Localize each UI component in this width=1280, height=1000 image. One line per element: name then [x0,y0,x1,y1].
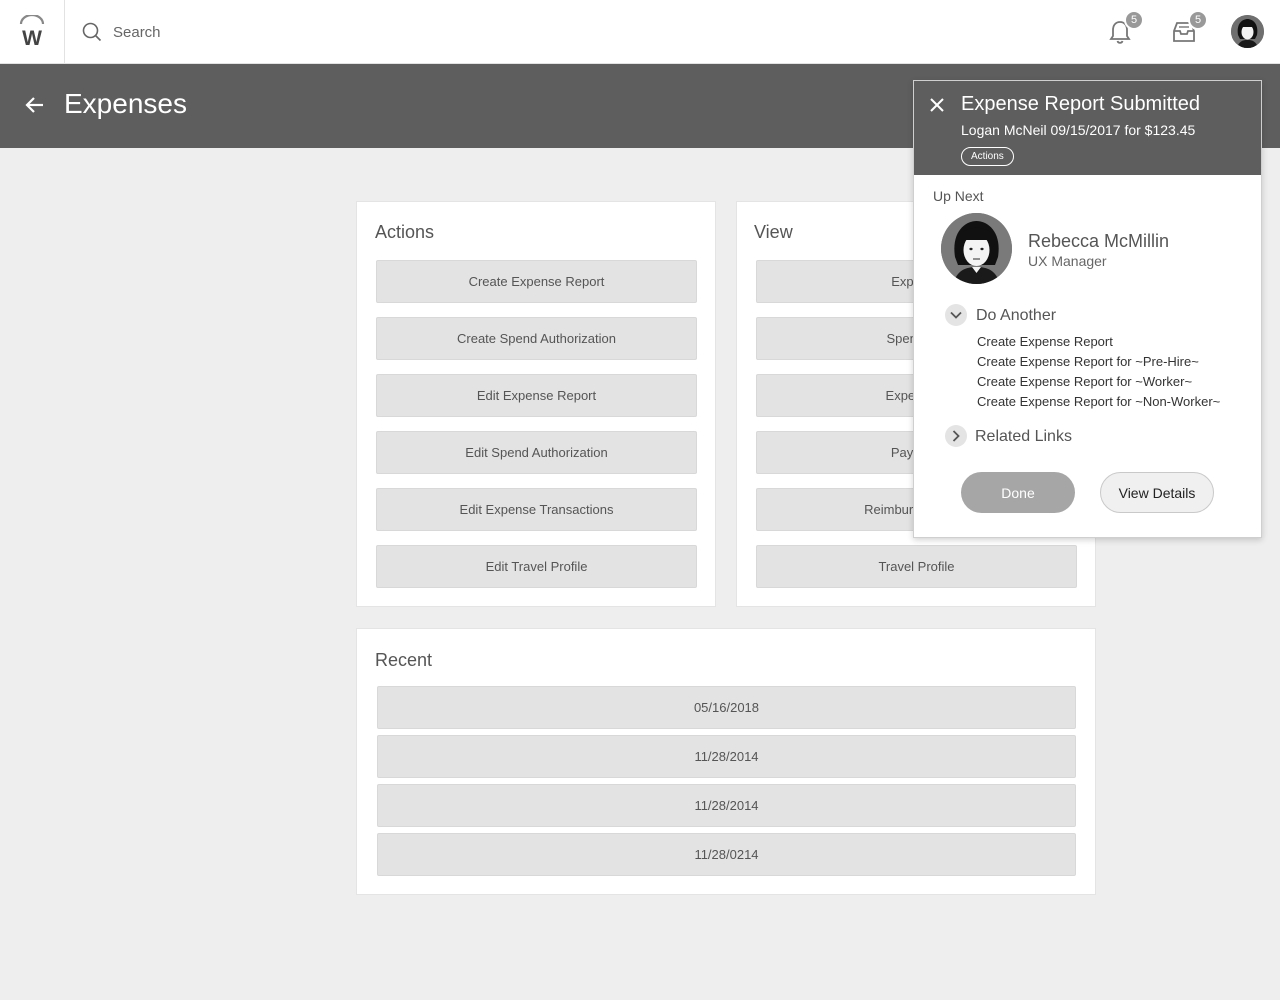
close-button[interactable] [928,96,946,114]
action-button[interactable]: Create Expense Report [376,260,697,303]
workday-logo[interactable]: W [0,0,65,64]
popup-subtitle: Logan McNeil 09/15/2017 for $123.45 [961,122,1196,138]
submission-popup: Expense Report Submitted Logan McNeil 09… [913,80,1262,538]
top-bar: W Search 5 5 [0,0,1280,64]
person-role: UX Manager [1028,253,1107,269]
back-button[interactable] [24,94,46,121]
actions-pill-button[interactable]: Actions [961,147,1014,166]
do-another-link[interactable]: Create Expense Report for ~Non-Worker~ [977,394,1220,409]
svg-text:W: W [22,27,42,49]
do-another-link[interactable]: Create Expense Report for ~Pre-Hire~ [977,354,1199,369]
up-next-label: Up Next [933,188,984,204]
action-button[interactable]: Edit Travel Profile [376,545,697,588]
action-button[interactable]: Edit Spend Authorization [376,431,697,474]
done-button[interactable]: Done [961,472,1075,513]
profile-portrait [1231,15,1264,48]
page-title: Expenses [64,88,187,119]
action-button[interactable]: Edit Expense Transactions [376,488,697,531]
action-button[interactable]: Edit Expense Report [376,374,697,417]
recent-item[interactable]: 05/16/2018 [377,686,1076,729]
popup-title: Expense Report Submitted [961,93,1201,115]
recent-card-title: Recent [375,650,433,670]
view-button[interactable]: Travel Profile [756,545,1077,588]
do-another-toggle[interactable] [945,304,967,326]
person-avatar [941,213,1012,284]
notifications-badge: 5 [1124,10,1144,30]
search-input[interactable]: Search [113,24,161,41]
chevron-right-icon [952,430,960,442]
do-another-label[interactable]: Do Another [976,307,1056,325]
notifications-button[interactable]: 5 [1102,10,1144,50]
recent-item[interactable]: 11/28/0214 [377,833,1076,876]
chevron-down-icon [950,311,962,319]
do-another-link[interactable]: Create Expense Report for ~Worker~ [977,374,1192,389]
related-links-toggle[interactable] [945,425,967,447]
logo-icon: W [19,15,45,49]
actions-card: Actions Create Expense Report Create Spe… [356,201,716,607]
do-another-link[interactable]: Create Expense Report [977,334,1113,349]
avatar[interactable] [1231,15,1264,48]
recent-card: Recent 05/16/2018 11/28/2014 11/28/2014 … [356,628,1096,895]
inbox-button[interactable]: 5 [1166,10,1208,50]
recent-item[interactable]: 11/28/2014 [377,735,1076,778]
view-card-title: View [754,222,793,242]
close-icon [930,98,944,112]
person-name: Rebecca McMillin [1028,231,1170,251]
actions-card-title: Actions [375,222,435,242]
search-bar[interactable]: Search [82,20,161,44]
action-button[interactable]: Create Spend Authorization [376,317,697,360]
related-links-label[interactable]: Related Links [975,428,1072,446]
popup-header: Expense Report Submitted Logan McNeil 09… [914,81,1261,175]
arrow-left-icon [25,97,43,113]
search-icon [82,22,102,42]
person-portrait [941,213,1012,284]
inbox-badge: 5 [1188,10,1208,30]
recent-item[interactable]: 11/28/2014 [377,784,1076,827]
view-details-button[interactable]: View Details [1100,472,1214,513]
